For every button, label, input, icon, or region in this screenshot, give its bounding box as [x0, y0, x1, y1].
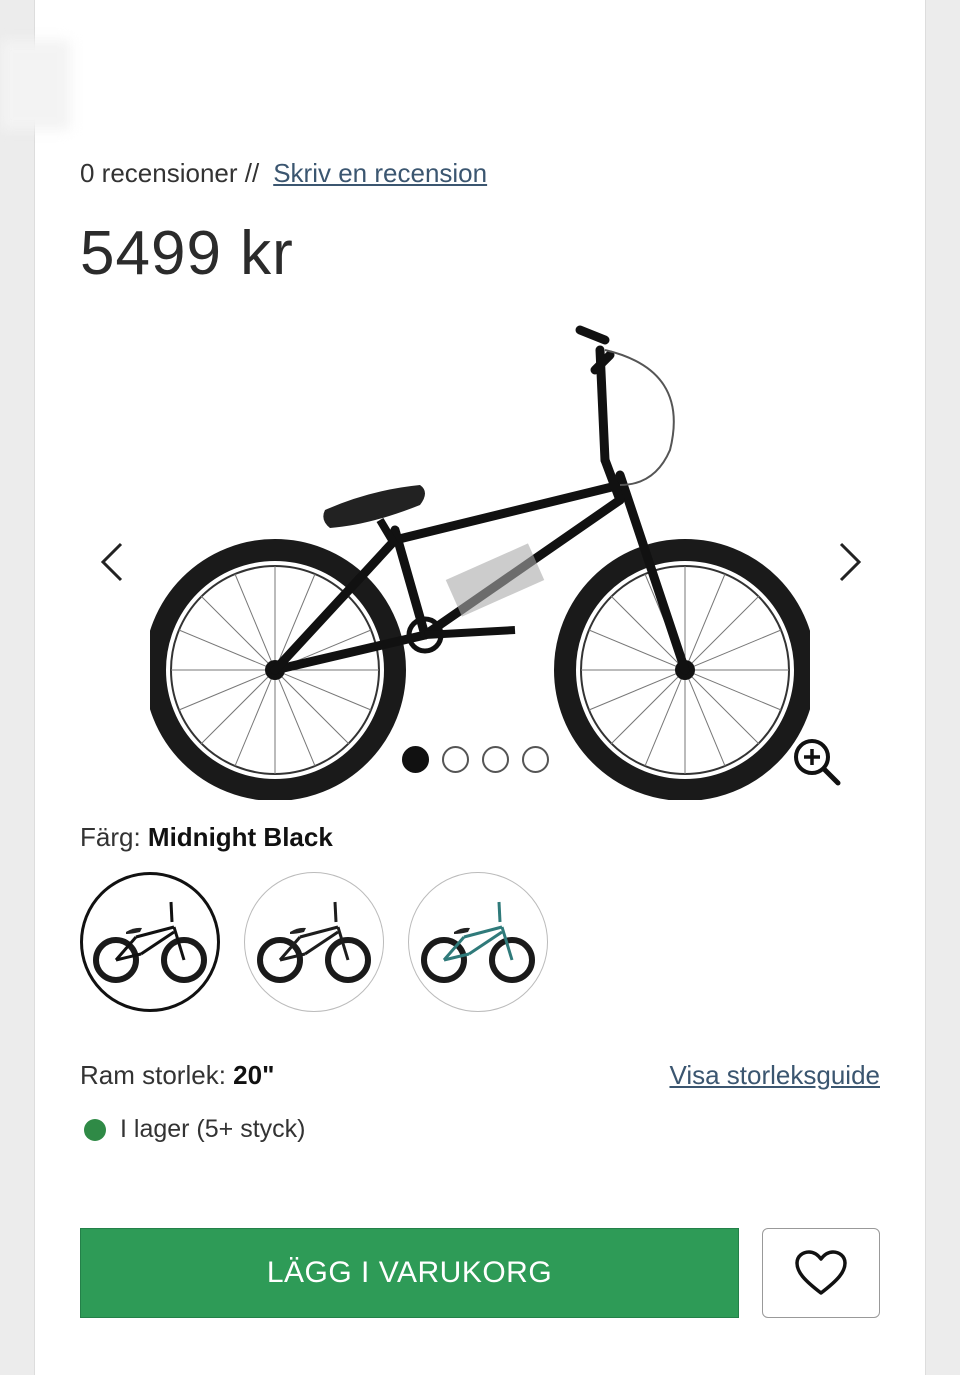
- gallery-dot[interactable]: [442, 746, 469, 773]
- gallery-dot[interactable]: [482, 746, 509, 773]
- bike-image[interactable]: [150, 310, 810, 800]
- color-swatch-2[interactable]: [244, 872, 384, 1012]
- color-label-row: Färg: Midnight Black: [80, 822, 333, 853]
- color-swatches: [80, 872, 548, 1012]
- reviews-row: 0 recensioner // Skriv en recension: [80, 158, 487, 189]
- gallery-dot[interactable]: [522, 746, 549, 773]
- add-to-cart-button[interactable]: LÄGG I VARUKORG: [80, 1228, 739, 1318]
- bike-thumbnail: [421, 901, 535, 983]
- size-guide-link[interactable]: Visa storleksguide: [669, 1060, 880, 1091]
- chevron-right-icon[interactable]: [830, 540, 870, 582]
- bike-thumbnail: [257, 901, 371, 983]
- product-price: 5499 kr: [80, 219, 294, 288]
- product-gallery: [80, 310, 880, 800]
- size-row: Ram storlek: 20" Visa storleksguide: [80, 1060, 880, 1091]
- gallery-dots: [402, 746, 549, 773]
- color-label: Färg:: [80, 822, 141, 852]
- selected-color-name: Midnight Black: [147, 822, 333, 852]
- stock-indicator-icon: [84, 1118, 106, 1141]
- write-review-link[interactable]: Skriv en recension: [273, 158, 487, 188]
- zoom-in-icon[interactable]: [790, 735, 842, 792]
- heart-icon: [795, 1250, 847, 1295]
- stock-text: I lager (5+ styck): [120, 1115, 306, 1143]
- size-label: Ram storlek:: [80, 1060, 226, 1090]
- gallery-dot[interactable]: [402, 746, 429, 773]
- stock-status: I lager (5+ styck): [84, 1115, 305, 1144]
- review-count: 0 recensioner //: [80, 158, 260, 188]
- color-swatch-3[interactable]: [408, 872, 548, 1012]
- size-value: 20": [233, 1060, 275, 1090]
- bike-thumbnail: [93, 901, 207, 983]
- chevron-left-icon[interactable]: [92, 540, 132, 582]
- wishlist-button[interactable]: [762, 1228, 880, 1318]
- color-swatch-midnight-black[interactable]: [80, 872, 220, 1012]
- blurred-header: [0, 40, 70, 130]
